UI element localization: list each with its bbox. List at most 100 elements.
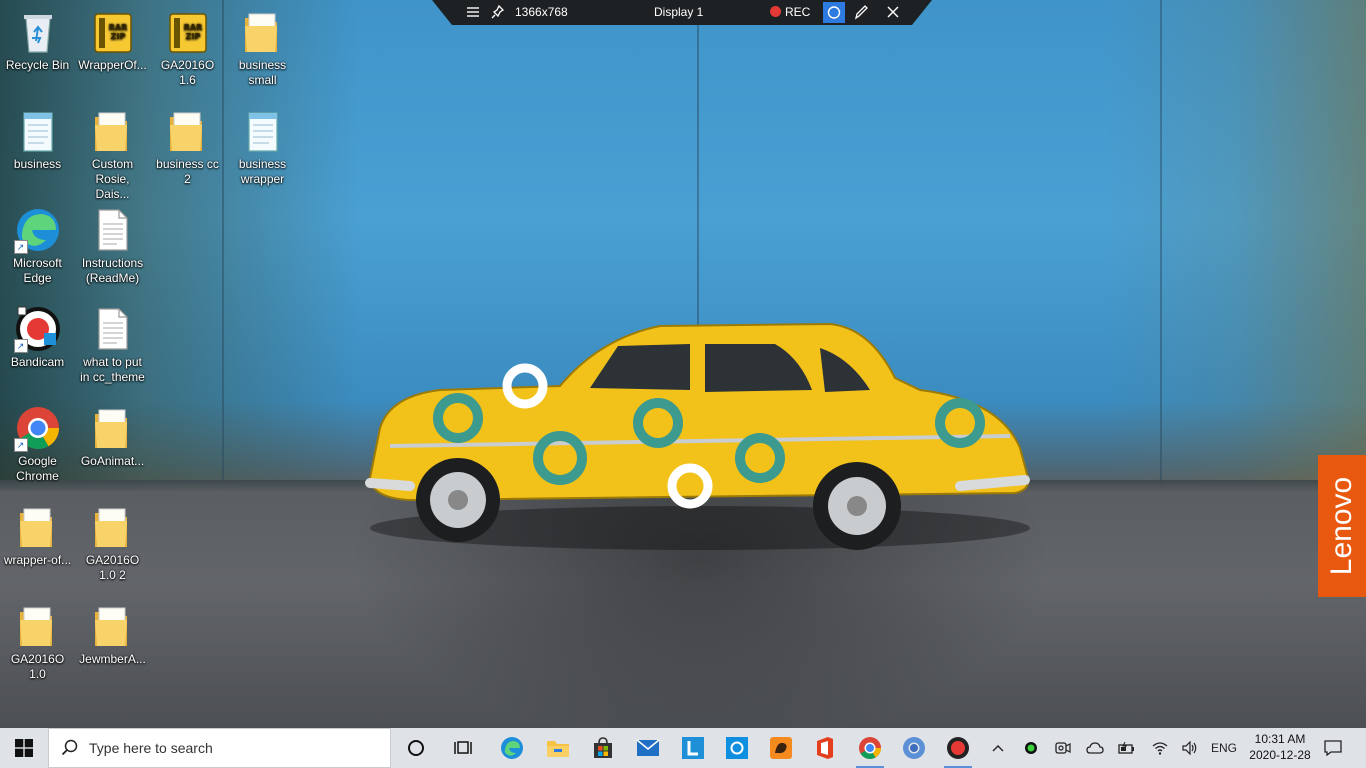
desktop-icon-label: what to put in cc_theme [80,355,145,384]
wall-shade-right [1106,0,1366,490]
taskbar-mail-button[interactable] [626,728,670,768]
mail-icon [636,739,660,756]
windows-logo-icon [15,739,33,757]
bandicam-record-icon [947,737,969,759]
screenshot-button[interactable] [823,2,845,23]
notification-center-button[interactable] [1320,728,1346,768]
tray-meet-now-button[interactable] [1052,728,1074,768]
search-placeholder: Type here to search [89,740,213,756]
shortcut-arrow-icon: ↗ [13,438,28,452]
taskbar-chrome-button[interactable] [848,728,892,768]
desktop-icon[interactable]: GA2016O 1.0 [0,596,75,682]
svg-text:RAR: RAR [183,23,202,32]
lenovo-logo-text: Lenovo [1325,476,1358,576]
folder-icon [89,404,137,452]
task-view-button[interactable] [441,728,485,768]
display-label[interactable]: Display 1 [654,0,703,25]
taskbar-l-app-button[interactable] [671,728,715,768]
desktop-icon[interactable]: Recycle Bin [0,2,75,73]
taskbar-bandicam-button[interactable] [936,728,980,768]
close-icon[interactable] [886,0,900,25]
folder-icon [239,8,287,56]
tray-green-app-button[interactable] [1020,728,1042,768]
goanimate-icon [770,737,792,759]
desktop-icon-label: Microsoft Edge [13,256,62,285]
desktop-icon[interactable]: what to put in cc_theme [75,299,150,385]
desktop-icon-label: WrapperOf... [78,58,147,72]
desktop-icon-label: JewmberA... [79,652,146,666]
svg-text:ZIP: ZIP [110,32,125,41]
desktop-icon[interactable]: business cc 2 [150,101,225,187]
lenovo-logo: Lenovo [1318,455,1366,597]
taskbar-cortana-blue-button[interactable] [715,728,759,768]
screen-recorder-toolbar: 1366x768 Display 1 REC [432,0,932,25]
camera-icon [1055,742,1071,754]
folder-icon [14,503,62,551]
desktop-icon-label: Google Chrome [16,454,59,483]
shortcut-arrow-icon: ↗ [13,240,28,254]
desktop-icon[interactable]: GoAnimat... [75,398,150,469]
desktop-icon[interactable]: business [0,101,75,172]
clock[interactable]: 10:31 AM 2020-12-28 [1240,731,1320,763]
l-app-icon [682,737,704,759]
desktop-icon[interactable]: ↗ Microsoft Edge [0,200,75,286]
svg-text:ZIP: ZIP [185,32,200,41]
desktop-icon-label: Recycle Bin [5,58,70,72]
desktop-icon[interactable]: business small [225,2,300,88]
pencil-icon[interactable] [853,0,869,25]
volume-icon [1182,741,1197,755]
recycle-bin-icon [14,8,62,56]
desktop-icon[interactable]: business wrapper [225,101,300,187]
taskbar-store-button[interactable] [581,728,625,768]
desktop-icon-label: Custom Rosie, Dais... [91,157,134,201]
taskbar-office-button[interactable] [803,728,847,768]
clock-time: 10:31 AM [1254,732,1306,746]
desktop-icon[interactable]: RAR ZIP WrapperOf... [75,2,150,73]
rec-label: REC [785,5,811,19]
desktop-icon[interactable]: Instructions (ReadMe) [75,200,150,286]
desktop-icon[interactable]: wrapper-of... [0,497,75,568]
taskbar-chrome-blue-button[interactable] [892,728,936,768]
start-button[interactable] [0,728,48,768]
notification-icon [1324,740,1342,756]
tray-volume-button[interactable] [1179,728,1201,768]
desktop-icon-label: GA2016O 1.0 2 [85,553,140,582]
desktop-icon[interactable]: Custom Rosie, Dais... [75,101,150,202]
rec-button[interactable]: REC [770,0,810,25]
desktop-icon[interactable]: ↗ Google Chrome [0,398,75,484]
desktop-icon[interactable]: GA2016O 1.0 2 [75,497,150,583]
pin-icon[interactable] [490,0,506,25]
taskbar-edge-button[interactable] [490,728,534,768]
desktop-icon[interactable]: ↗ Bandicam [0,299,75,370]
cortana-icon [408,740,424,756]
svg-text:RAR: RAR [108,23,127,32]
text-file-icon [89,206,137,254]
taskbar-goanimate-button[interactable] [759,728,803,768]
cortana-button[interactable] [394,728,438,768]
notepad-file-icon [14,107,62,155]
chrome-icon [859,737,881,759]
folder-icon [14,602,62,650]
folder-icon [89,503,137,551]
show-hidden-icons-button[interactable] [988,728,1008,768]
desktop-icon[interactable]: RAR ZIP GA2016O 1.6 [150,2,225,88]
search-input[interactable]: Type here to search [48,728,391,768]
language-indicator[interactable]: ENG [1208,728,1240,768]
desktop-icon-label: business small [238,58,287,87]
taskbar: Type here to search ENG 10:31 AM 2020-12… [0,728,1366,768]
tray-battery-button[interactable] [1116,728,1138,768]
record-dot-icon [770,6,781,17]
taskbar-file-explorer-button[interactable] [536,728,580,768]
menu-icon[interactable] [466,0,480,25]
tray-wifi-button[interactable] [1149,728,1171,768]
office-icon [817,737,833,759]
chrome-icon: ↗ [13,404,62,452]
desktop-icon-label: business cc 2 [156,157,219,186]
desktop-icon-label: business [13,157,62,171]
cortana-blue-icon [726,737,748,759]
desktop-icon[interactable]: JewmberA... [75,596,150,667]
desktop-icon-label: Bandicam [10,355,65,369]
chevron-up-icon [992,745,1004,752]
search-icon [61,739,78,756]
tray-onedrive-button[interactable] [1084,728,1106,768]
